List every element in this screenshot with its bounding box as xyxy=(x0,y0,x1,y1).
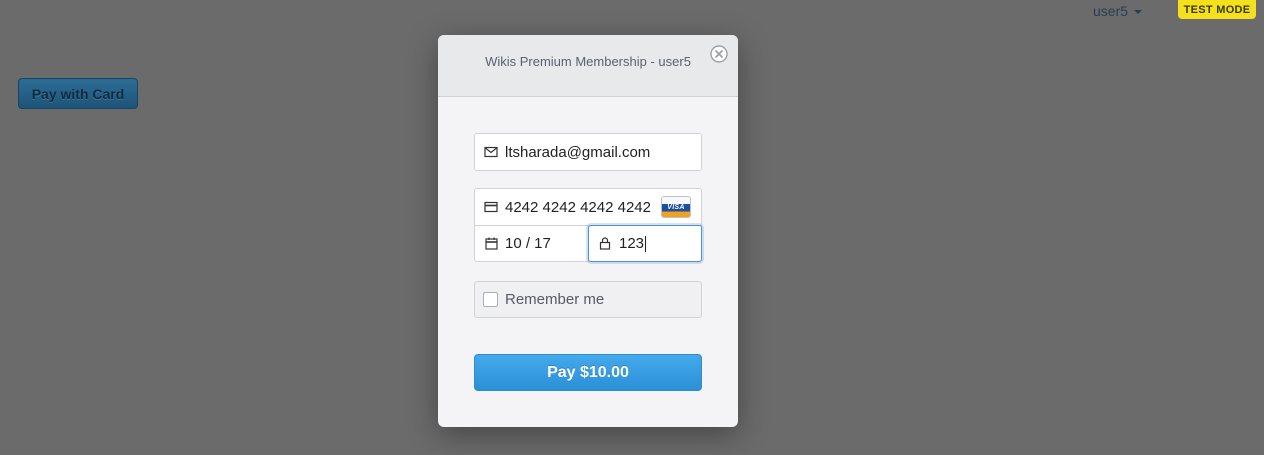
text-cursor xyxy=(645,235,647,252)
chevron-down-icon xyxy=(1134,10,1143,14)
mail-icon xyxy=(483,144,499,160)
user-menu[interactable]: user5 xyxy=(1093,3,1143,19)
lock-icon xyxy=(597,236,613,252)
modal-header: Wikis Premium Membership - user5 xyxy=(438,35,738,97)
modal-title: Wikis Premium Membership - user5 xyxy=(485,54,691,69)
remember-me-label: Remember me xyxy=(505,291,605,308)
card-brand-label: VISA xyxy=(667,203,685,211)
card-number-value: 4242 4242 4242 4242 xyxy=(505,198,651,216)
card-number-field[interactable]: 4242 4242 4242 4242 VISA xyxy=(474,188,702,226)
test-mode-badge: TEST MODE xyxy=(1178,0,1256,19)
remember-me-checkbox[interactable] xyxy=(483,292,498,307)
pay-button[interactable]: Pay $10.00 xyxy=(474,354,702,391)
cvc-field[interactable]: 123 xyxy=(588,225,702,262)
pay-with-card-button[interactable]: Pay with Card xyxy=(18,78,138,109)
user-menu-label: user5 xyxy=(1093,3,1129,19)
cvc-value: 123 xyxy=(619,235,645,252)
email-field[interactable]: ltsharada@gmail.com xyxy=(474,133,702,171)
remember-me-row[interactable]: Remember me xyxy=(474,281,702,318)
expiry-value: 10 / 17 xyxy=(505,235,551,252)
calendar-icon xyxy=(483,236,499,252)
email-value: ltsharada@gmail.com xyxy=(505,143,651,161)
expiry-field[interactable]: 10 / 17 xyxy=(474,225,589,262)
checkout-modal: Wikis Premium Membership - user5 ltshara… xyxy=(438,35,738,427)
close-icon[interactable] xyxy=(710,45,728,63)
credit-card-icon xyxy=(483,199,499,215)
visa-card-icon: VISA xyxy=(662,197,690,217)
